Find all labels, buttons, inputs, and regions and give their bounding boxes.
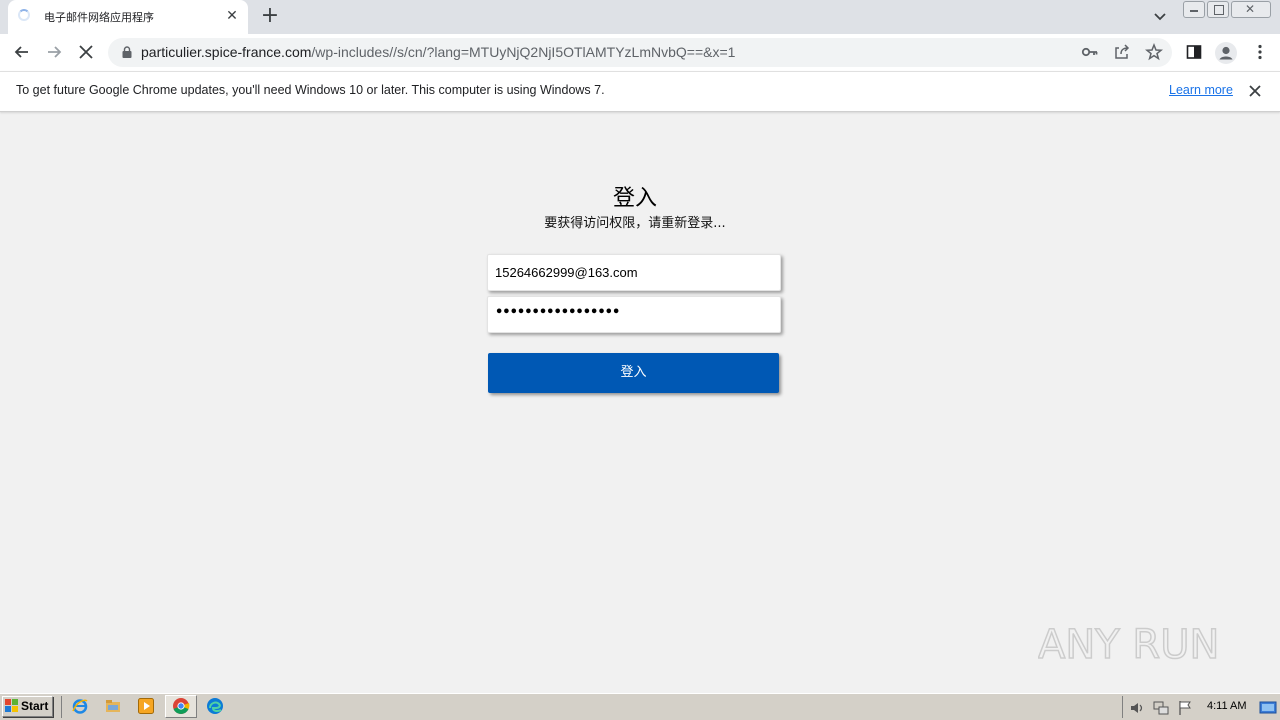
window-controls: ✕: [1183, 1, 1273, 18]
internet-explorer-icon[interactable]: [71, 697, 89, 715]
new-tab-button[interactable]: +: [259, 5, 281, 28]
login-button[interactable]: 登入: [488, 353, 779, 393]
login-subtitle: 要获得访问权限，请重新登录...: [544, 216, 726, 231]
file-explorer-icon[interactable]: [104, 697, 122, 715]
start-button[interactable]: Start: [2, 696, 53, 717]
side-panel-icon[interactable]: [1184, 42, 1204, 62]
email-field[interactable]: 15264662999@163.com: [487, 254, 781, 291]
password-field[interactable]: •••••••••••••••••: [487, 296, 781, 333]
taskbar-divider: [61, 696, 62, 718]
media-player-icon[interactable]: [137, 697, 155, 715]
loading-spinner-icon: [18, 9, 30, 21]
start-label: Start: [21, 699, 49, 713]
tab-title: 电子邮件网络应用程序: [44, 11, 154, 24]
close-window-button[interactable]: ✕: [1231, 1, 1271, 18]
login-title: 登入: [612, 186, 657, 211]
email-value: 15264662999@163.com: [495, 265, 638, 280]
minimize-button[interactable]: [1183, 1, 1205, 18]
bookmark-star-icon[interactable]: [1144, 42, 1164, 62]
restore-button[interactable]: [1207, 1, 1229, 18]
show-desktop-icon[interactable]: [1259, 699, 1277, 717]
infobar-message: To get future Google Chrome updates, you…: [16, 83, 605, 97]
infobar-close-icon[interactable]: [1247, 83, 1263, 99]
tray-divider: [1122, 696, 1123, 718]
edge-icon[interactable]: [206, 697, 224, 715]
back-arrow-icon[interactable]: [12, 42, 32, 62]
stop-loading-icon[interactable]: [76, 42, 96, 62]
url-path: /wp-includes//s/cn/?lang=MTUyNjQ2NjI5OTl…: [311, 44, 736, 60]
watermark-text: ANY RUN: [1038, 622, 1219, 668]
windows-logo-icon: [5, 699, 18, 712]
lock-icon[interactable]: [122, 46, 132, 58]
volume-icon[interactable]: [1128, 699, 1146, 717]
chrome-icon[interactable]: [172, 697, 190, 715]
anyrun-watermark: ANY RUN: [1038, 621, 1220, 669]
tab-close-icon[interactable]: ✕: [224, 8, 240, 24]
url-host: particulier.spice-france.com: [141, 44, 312, 60]
key-icon[interactable]: [1080, 42, 1100, 62]
forward-arrow-icon[interactable]: [44, 42, 64, 62]
chevron-down-icon[interactable]: [1150, 8, 1170, 26]
action-center-flag-icon[interactable]: [1176, 699, 1194, 717]
kebab-menu-icon[interactable]: [1250, 42, 1270, 62]
share-icon[interactable]: [1112, 42, 1132, 62]
taskbar-clock[interactable]: 4:11 AM: [1207, 700, 1247, 712]
learn-more-link[interactable]: Learn more: [1169, 83, 1233, 97]
network-icon[interactable]: [1152, 699, 1170, 717]
profile-avatar-icon[interactable]: [1214, 41, 1238, 65]
password-mask: •••••••••••••••••: [495, 305, 620, 320]
url-text[interactable]: particulier.spice-france.com/wp-includes…: [141, 44, 735, 60]
